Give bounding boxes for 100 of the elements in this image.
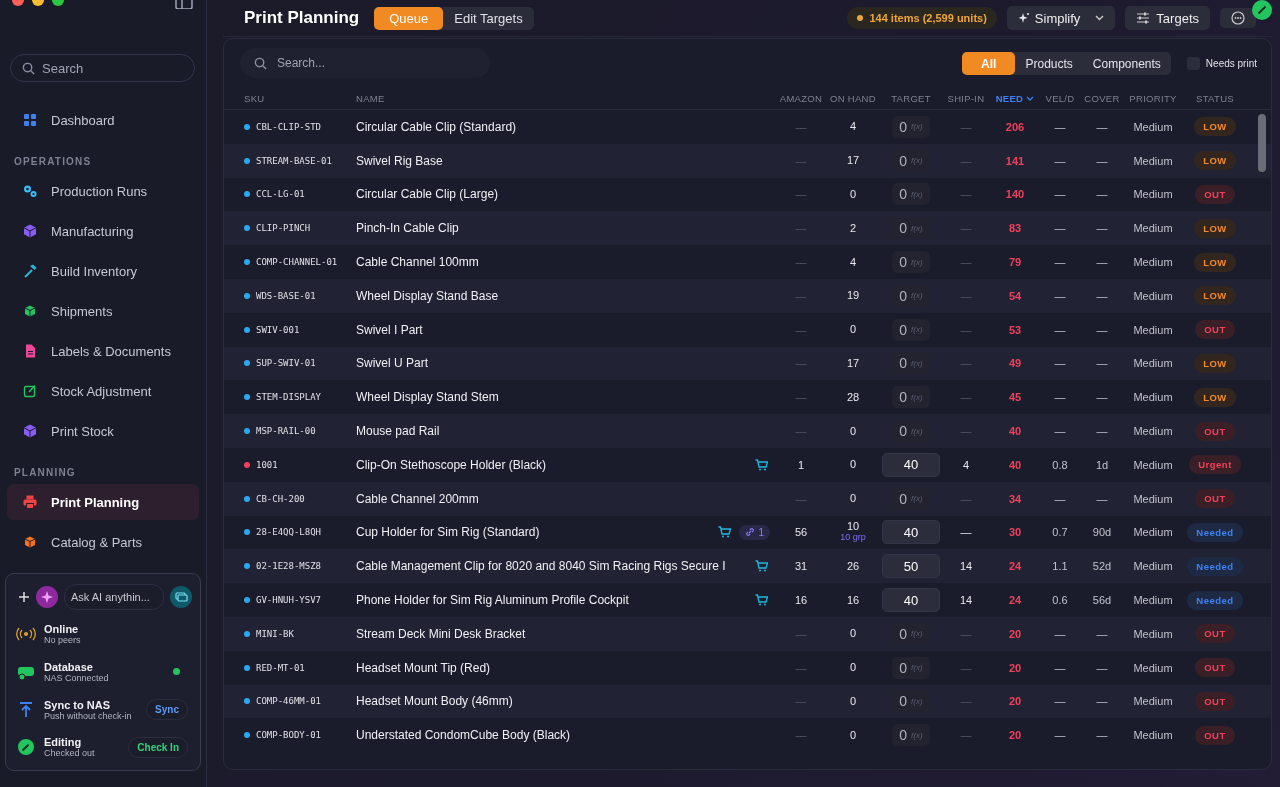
velocity-cell: —: [1054, 154, 1066, 167]
amazon-cell: —: [795, 357, 807, 370]
amazon-cell: —: [795, 627, 807, 640]
ship-in-cell: —: [960, 492, 972, 505]
nav-item[interactable]: Labels & Documents: [7, 333, 199, 369]
priority-cell: Medium: [1133, 188, 1173, 201]
scrollbar-thumb[interactable]: [1258, 114, 1266, 172]
on-hand-cell: 0: [849, 695, 857, 707]
more-button[interactable]: [1220, 8, 1256, 28]
status-badge: OUT: [1195, 725, 1235, 745]
name-cell: Clip-On Stethoscope Holder (Black): [356, 457, 547, 472]
filter-segment[interactable]: Products: [1015, 51, 1083, 75]
name-cell: Wheel Display Stand Base: [356, 288, 499, 303]
target-field[interactable]: 40: [882, 452, 940, 477]
sku-cell: COMP-46MM-01: [256, 696, 322, 707]
box-icon: [22, 303, 38, 319]
cover-cell: 52d: [1092, 560, 1112, 573]
name-cell: Headset Mount Body (46mm): [356, 694, 513, 709]
sidebar-toggle-icon[interactable]: [175, 0, 193, 9]
amazon-cell: —: [795, 120, 807, 133]
edit-status-icon[interactable]: [1252, 0, 1272, 20]
target-field[interactable]: 40: [882, 520, 940, 545]
nav-item[interactable]: Production Runs: [7, 173, 199, 209]
column-header[interactable]: SKU: [244, 92, 356, 104]
ask-ai-field[interactable]: Ask AI anythin...: [64, 583, 164, 610]
search-field[interactable]: Search...: [240, 48, 490, 78]
column-header[interactable]: NEED: [990, 92, 1040, 104]
sparkle-icon[interactable]: [36, 585, 58, 608]
amazon-cell: —: [795, 391, 807, 404]
target-field[interactable]: 50: [882, 554, 940, 579]
nav-item[interactable]: Manufacturing: [7, 213, 199, 249]
amazon-cell: —: [795, 661, 807, 674]
check-in-button[interactable]: Check In: [128, 736, 188, 758]
nav-item[interactable]: Print Stock: [7, 413, 199, 449]
nav-item[interactable]: Build Inventory: [7, 253, 199, 289]
column-header[interactable]: ON HAND: [826, 92, 880, 104]
on-hand-cell: 0: [849, 189, 857, 200]
name-cell: Pinch-In Cable Clip: [356, 221, 459, 236]
status-subtitle: NAS Connected: [44, 673, 110, 683]
ship-in-cell: 14: [959, 560, 973, 573]
edit-icon: [22, 383, 38, 399]
status-badge: OUT: [1195, 185, 1235, 204]
search-field[interactable]: Search: [10, 54, 195, 82]
on-hand-cell: 0: [849, 628, 857, 640]
target-field[interactable]: 40: [882, 588, 940, 613]
amazon-cell: —: [795, 729, 807, 742]
chat-icon[interactable]: [170, 585, 192, 608]
on-hand-cell: 0: [849, 324, 857, 336]
ship-in-cell: —: [960, 391, 972, 404]
filter-segment[interactable]: Components: [1082, 51, 1171, 75]
priority-cell: Medium: [1133, 323, 1173, 336]
sync-button[interactable]: Sync: [146, 699, 188, 721]
column-header[interactable]: PRIORITY: [1124, 92, 1182, 104]
printer-icon: [22, 494, 38, 510]
sku-cell: COMP-BODY-01: [256, 730, 322, 741]
ship-in-cell: 14: [959, 594, 973, 607]
caret-icon: [1095, 15, 1105, 21]
nav-item[interactable]: Catalog & Parts: [7, 524, 199, 560]
need-cell: 20: [1008, 729, 1022, 742]
nav-item[interactable]: Dashboard: [7, 102, 199, 138]
amazon-cell: —: [795, 492, 807, 505]
name-cell: Stream Deck Mini Desk Bracket: [356, 626, 526, 641]
status-badge: OUT: [1195, 489, 1235, 509]
velocity-cell: —: [1054, 120, 1066, 133]
nav-item[interactable]: Stock Adjustment: [7, 373, 199, 409]
column-header[interactable]: NAME: [356, 92, 776, 104]
cover-cell: —: [1096, 391, 1108, 404]
section-heading: PLANNING: [13, 466, 77, 480]
targets-button[interactable]: Targets: [1125, 6, 1210, 30]
column-header[interactable]: AMAZON: [776, 92, 826, 104]
plus-icon[interactable]: [18, 590, 30, 603]
velocity-cell: —: [1054, 695, 1066, 708]
column-header[interactable]: TARGET: [880, 92, 942, 104]
need-cell: 40: [1008, 425, 1022, 438]
simplify-button[interactable]: Simplify: [1006, 6, 1116, 30]
amazon-cell: —: [795, 695, 807, 708]
nav-item[interactable]: Shipments: [7, 293, 199, 329]
velocity-cell: —: [1054, 425, 1066, 438]
link-badge[interactable]: 1: [739, 524, 770, 540]
amazon-cell: —: [795, 154, 807, 167]
nav-item[interactable]: Print Planning: [7, 484, 199, 520]
velocity-cell: —: [1054, 188, 1066, 201]
velocity-cell: 1.1: [1052, 560, 1068, 573]
amazon-cell: —: [795, 222, 807, 235]
sparkle-icon: [1017, 12, 1030, 24]
need-cell: 20: [1008, 695, 1022, 708]
checkbox-label: Needs print: [1205, 57, 1257, 69]
on-hand-cell: 0: [849, 662, 857, 674]
velocity-cell: —: [1054, 627, 1066, 640]
name-cell: Circular Cable Clip (Standard): [356, 119, 517, 134]
column-header[interactable]: STATUS: [1182, 92, 1248, 104]
column-header[interactable]: COVER: [1080, 92, 1124, 104]
need-cell: 54: [1008, 289, 1022, 302]
status-title: Sync to NAS: [44, 698, 111, 711]
status-badge: OUT: [1195, 658, 1235, 678]
priority-cell: Medium: [1133, 120, 1173, 133]
column-header[interactable]: VEL/D: [1040, 92, 1080, 104]
column-header[interactable]: SHIP-IN: [942, 92, 990, 104]
on-hand-cell: 0: [849, 729, 857, 741]
view-tab[interactable]: Edit Targets: [443, 6, 534, 30]
